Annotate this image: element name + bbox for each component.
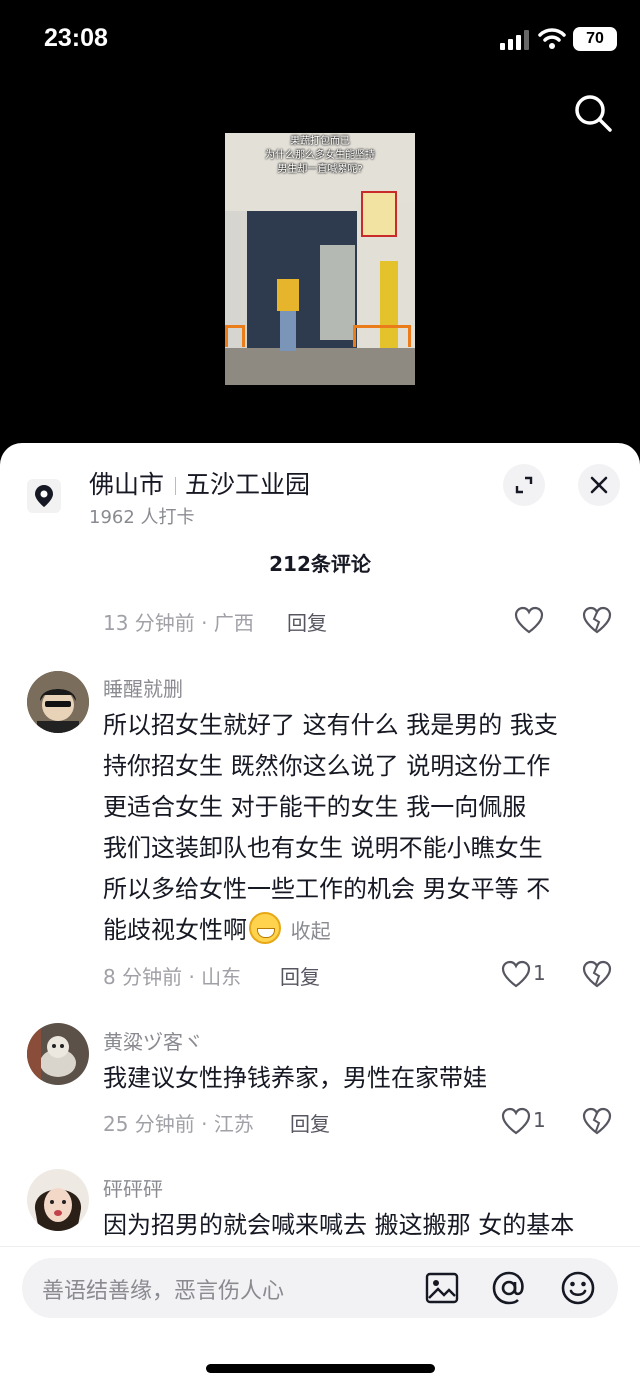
status-time: 23:08 — [44, 24, 108, 52]
like-count: 1 — [533, 1108, 546, 1132]
battery-icon: 70 — [573, 27, 617, 51]
heart-icon[interactable] — [514, 606, 544, 634]
comment-author[interactable]: 黄粱ヅ客ヾ — [103, 1026, 203, 1055]
like-count: 1 — [533, 961, 546, 985]
comment-text: 因为招男的就会喊来喊去 搬这搬那 女的基本 — [103, 1211, 575, 1239]
reply-button[interactable]: 回复 — [290, 1108, 330, 1137]
comment-meta: 13 分钟前 · 广西 — [103, 611, 254, 635]
video-caption: 果蔬打包而已 为什么那么多女生能坚持 男生却一直喊累呢? — [265, 136, 375, 175]
image-icon[interactable] — [424, 1270, 460, 1306]
avatar[interactable] — [27, 1023, 89, 1085]
comment-input[interactable]: 善语结善缘，恶言伤人心 — [22, 1258, 618, 1318]
video-person — [277, 273, 299, 351]
grin-emoji-icon — [249, 912, 281, 944]
broken-heart-icon[interactable] — [582, 606, 612, 634]
comment-count: 212条评论 — [269, 552, 371, 576]
close-button[interactable] — [578, 464, 620, 506]
comment-author[interactable]: 睡醒就删 — [103, 673, 183, 702]
emoji-icon[interactable] — [560, 1270, 596, 1306]
heart-icon[interactable] — [501, 1107, 531, 1135]
search-icon[interactable] — [572, 92, 614, 134]
comment-text: 所以招女生就好了 这有什么 我是男的 我支 持你招女生 既然你这么说了 说明这份… — [103, 711, 558, 944]
heart-icon[interactable] — [501, 960, 531, 988]
avatar[interactable] — [27, 1169, 89, 1231]
home-indicator — [206, 1364, 435, 1373]
expand-button[interactable] — [503, 464, 545, 506]
broken-heart-icon[interactable] — [582, 960, 612, 988]
collapse-button[interactable]: 收起 — [291, 919, 331, 943]
comment-meta: 25 分钟前 · 江苏 — [103, 1112, 254, 1136]
comment-meta: 8 分钟前 · 山东 — [103, 965, 242, 989]
status-bar: 23:08 70 — [0, 0, 640, 80]
video-thumbnail[interactable]: 果蔬打包而已 为什么那么多女生能坚持 男生却一直喊累呢? — [225, 133, 415, 385]
expand-icon — [515, 476, 533, 494]
location-icon[interactable] — [27, 479, 61, 513]
input-placeholder: 善语结善缘，恶言伤人心 — [42, 1279, 285, 1304]
comment-author[interactable]: 砰砰砰 — [103, 1173, 163, 1202]
mention-icon[interactable] — [491, 1270, 527, 1306]
location-title[interactable]: 佛山市 五沙工业园 — [89, 465, 310, 501]
location-place: 五沙工业园 — [185, 470, 311, 499]
comment-text: 我建议女性挣钱养家，男性在家带娃 — [103, 1064, 487, 1092]
comment-sheet: 佛山市 五沙工业园 1962 人打卡 212条评论 13 分钟前 · 广西 回复 … — [0, 443, 640, 1386]
reply-button[interactable]: 回复 — [280, 961, 320, 990]
avatar[interactable] — [27, 671, 89, 733]
signal-icon — [500, 30, 529, 50]
wifi-icon — [538, 28, 566, 49]
location-checkins: 1962 人打卡 — [89, 507, 195, 528]
comment-input-bar: 善语结善缘，恶言伤人心 — [0, 1246, 640, 1386]
reply-button[interactable]: 回复 — [287, 607, 327, 636]
broken-heart-icon[interactable] — [582, 1107, 612, 1135]
close-icon — [590, 476, 608, 494]
location-city: 佛山市 — [89, 470, 165, 499]
